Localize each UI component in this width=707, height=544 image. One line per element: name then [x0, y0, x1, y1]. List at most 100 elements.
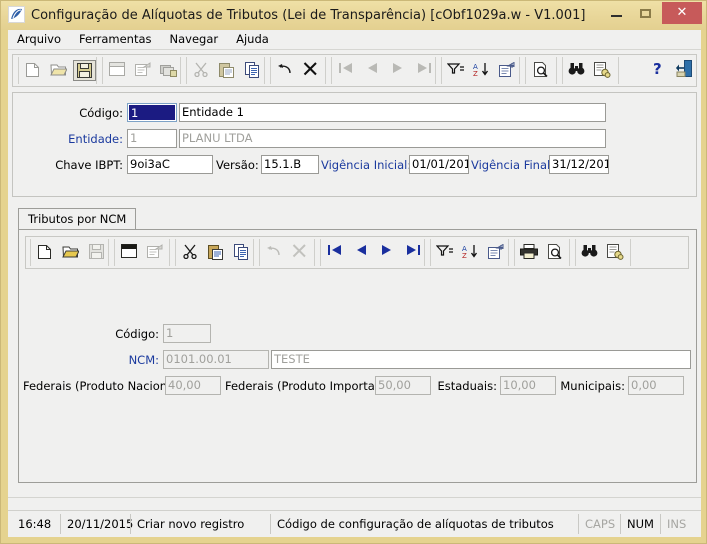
codigo-input[interactable]: 1 — [127, 103, 177, 122]
window-title: Configuração de Alíquotas de Tributos (L… — [31, 8, 586, 23]
toolbar-group-clipboard — [186, 57, 265, 84]
window-panel-icon — [105, 60, 128, 81]
status-num: NUM — [620, 514, 660, 534]
versao-input[interactable]: 15.1.B — [261, 155, 319, 174]
main-toolbar: A Z ? — [12, 54, 697, 87]
status-hint: Código de configuração de alíquotas de t… — [270, 514, 570, 534]
status-action: Criar novo registro — [130, 514, 270, 534]
ncm-codigo-input[interactable]: 1 — [163, 324, 211, 343]
ncm-code-input[interactable]: 0101.00.01 — [163, 350, 269, 369]
chave-ibpt-input[interactable]: 9oi3aC — [127, 155, 213, 174]
advanced-search-icon[interactable] — [591, 60, 614, 81]
open-folder-icon[interactable] — [59, 242, 82, 263]
new-icon[interactable] — [33, 242, 56, 263]
maximize-button[interactable] — [631, 3, 659, 23]
ncm-toolbar-group-find — [575, 239, 631, 266]
report-icon[interactable] — [485, 242, 508, 263]
first-record-icon — [334, 60, 357, 81]
ncm-toolbar-group-navigation — [320, 239, 425, 266]
codigo-description[interactable]: Entidade 1 — [179, 103, 606, 122]
federais-nacional-input[interactable]: 40,00 — [165, 376, 221, 395]
menu-ferramentas[interactable]: Ferramentas — [70, 30, 160, 49]
vigencia-final-label: Vigência Final: — [471, 158, 555, 172]
toolbar-group-preview — [525, 57, 557, 84]
paste-clipboard-icon[interactable] — [204, 242, 227, 263]
vigencia-final-input[interactable]: 31/12/2015 — [549, 155, 609, 174]
ncm-toolbar-group-clipboard — [175, 239, 254, 266]
ncm-fields: Código: 1 NCM: 0101.00.01 TESTE Federais… — [19, 274, 696, 395]
cut-scissors-icon[interactable] — [178, 242, 201, 263]
delete-x-icon — [288, 242, 311, 263]
entidade-input[interactable]: 1 — [127, 129, 177, 148]
tab-strip: Tributos por NCM — [18, 208, 697, 230]
federais-importado-input[interactable]: 50,00 — [375, 376, 431, 395]
codigo-label: Código: — [79, 106, 123, 120]
status-date: 20/11/2015 — [60, 514, 133, 534]
vigencia-inicial-input[interactable]: 01/01/2015 — [409, 155, 469, 174]
chave-ibpt-label: Chave IBPT: — [55, 158, 123, 172]
estaduais-label: Estaduais: — [437, 379, 497, 393]
tab-panel-tributos-por-ncm: A Z Código: 1 NCM: 0101.00.01 TESTE Fede… — [18, 229, 697, 483]
estaduais-input[interactable]: 10,00 — [500, 376, 556, 395]
entidade-label: Entidade: — [68, 132, 123, 146]
toolbar-group-query: A Z — [441, 57, 520, 84]
close-button[interactable]: ✕ — [662, 2, 702, 24]
help-question-icon[interactable]: ? — [646, 58, 669, 79]
new-icon[interactable] — [21, 60, 44, 81]
menu-ajuda[interactable]: Ajuda — [227, 30, 278, 49]
print-preview-icon[interactable] — [543, 242, 566, 263]
filter-icon[interactable] — [444, 60, 467, 81]
save-disk-icon[interactable] — [73, 60, 96, 81]
previous-record-icon[interactable] — [349, 242, 372, 263]
ncm-toolbar-group-window — [114, 239, 170, 266]
minimize-button[interactable] — [602, 3, 630, 23]
ncm-toolbar-group-query: A Z — [430, 239, 509, 266]
delete-x-icon[interactable] — [299, 60, 322, 81]
open-folder-icon[interactable] — [47, 60, 70, 81]
advanced-search-icon[interactable] — [604, 242, 627, 263]
status-ins: INS — [660, 514, 698, 534]
federais-importado-label: Federais (Produto Importado): — [225, 379, 398, 393]
copy-pages-icon[interactable] — [230, 242, 253, 263]
copy-pages-icon[interactable] — [241, 60, 264, 81]
menu-arquivo[interactable]: Arquivo — [8, 30, 70, 49]
save-disk-icon — [85, 242, 108, 263]
window-panel-icon[interactable] — [117, 242, 140, 263]
first-record-icon[interactable] — [323, 242, 346, 263]
filter-icon[interactable] — [433, 242, 456, 263]
maximize-icon — [640, 9, 651, 18]
municipais-label: Municipais: — [560, 379, 625, 393]
svg-text:?: ? — [653, 60, 662, 76]
versao-label: Versão: — [216, 158, 259, 172]
copy-records-icon — [157, 60, 180, 81]
svg-text:Z: Z — [462, 252, 467, 259]
status-bar: 16:48 20/11/2015 Criar novo registro Cód… — [8, 510, 701, 537]
last-record-icon[interactable] — [401, 242, 424, 263]
sort-az-icon[interactable]: A Z — [470, 60, 493, 81]
next-record-icon — [386, 60, 409, 81]
undo-arrow-icon — [262, 242, 285, 263]
toolbar-group-find — [562, 57, 619, 84]
print-preview-icon[interactable] — [529, 60, 552, 81]
printer-icon[interactable] — [517, 242, 540, 263]
binoculars-find-icon[interactable] — [578, 242, 601, 263]
federais-nacional-label: Federais (Produto Nacional): — [23, 379, 186, 393]
last-record-icon — [412, 60, 435, 81]
exit-door-icon[interactable] — [673, 58, 696, 79]
entidade-description: PLANU LTDA — [179, 129, 606, 148]
status-time: 16:48 — [18, 517, 52, 531]
menu-navegar[interactable]: Navegar — [161, 30, 228, 49]
previous-record-icon — [360, 60, 383, 81]
report-icon[interactable] — [496, 60, 519, 81]
tab-tributos-por-ncm[interactable]: Tributos por NCM — [18, 208, 137, 229]
undo-arrow-icon[interactable] — [273, 60, 296, 81]
ncm-codigo-label: Código: — [115, 327, 159, 341]
ncm-toolbar-group-print — [514, 239, 570, 266]
sort-az-icon[interactable]: A Z — [459, 242, 482, 263]
ncm-toolbar-group-file — [30, 239, 109, 266]
ncm-label: NCM: — [128, 353, 159, 367]
binoculars-find-icon[interactable] — [565, 60, 588, 81]
municipais-input[interactable]: 0,00 — [628, 376, 684, 395]
title-bar[interactable]: Configuração de Alíquotas de Tributos (L… — [1, 1, 706, 30]
next-record-icon[interactable] — [375, 242, 398, 263]
